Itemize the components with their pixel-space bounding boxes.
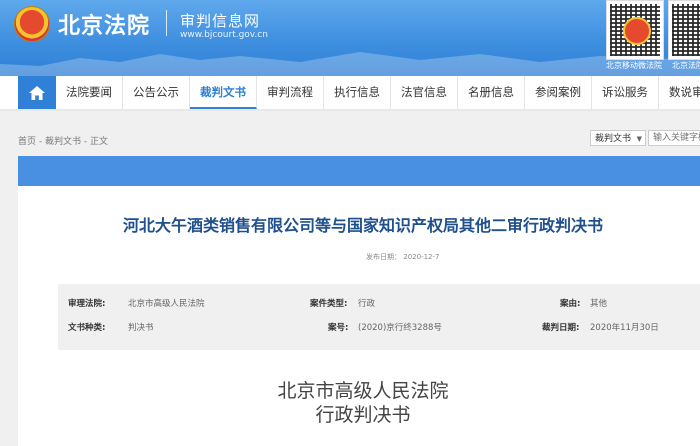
case-type-value: 行政 bbox=[358, 299, 376, 309]
nav-item[interactable]: 参阅案例 bbox=[525, 76, 592, 109]
qr-court-badge-icon bbox=[623, 17, 651, 45]
nav-item[interactable]: 法院要闻 bbox=[56, 76, 123, 109]
court-emblem-icon[interactable] bbox=[14, 6, 50, 42]
case-metadata: 审理法院: 北京市高级人民法院 案件类型: 行政 案由: 其他 文书种类: 判决… bbox=[58, 284, 700, 350]
nav-item[interactable]: 执行信息 bbox=[324, 76, 391, 109]
publish-date-value: 2020-12-7 bbox=[403, 253, 440, 261]
search-category-select[interactable]: 裁判文书 ▼ bbox=[590, 130, 646, 146]
nav-item[interactable]: 审判流程 bbox=[257, 76, 324, 109]
doc-type-label: 文书种类: bbox=[68, 323, 106, 333]
breadcrumb[interactable]: 首页 - 裁判文书 - 正文 bbox=[18, 134, 108, 147]
doc-type-value: 判决书 bbox=[128, 323, 154, 333]
judge-date-value: 2020年11月30日 bbox=[590, 323, 659, 333]
nav-item[interactable]: 法官信息 bbox=[391, 76, 458, 109]
main-nav: 法院要闻公告公示裁判文书审判流程执行信息法官信息名册信息参阅案例诉讼服务数说审判 bbox=[0, 76, 700, 111]
document-header-band bbox=[18, 156, 700, 186]
nav-item[interactable]: 名册信息 bbox=[458, 76, 525, 109]
site-name[interactable]: 北京法院 bbox=[58, 8, 150, 40]
publish-date: 发布日期： 2020-12-7 bbox=[366, 252, 439, 262]
nav-item[interactable]: 公告公示 bbox=[123, 76, 190, 109]
nav-item[interactable]: 数说审判 bbox=[659, 76, 700, 109]
document-title: 河北大午酒类销售有限公司等与国家知识产权局其他二审行政判决书 bbox=[122, 216, 603, 235]
site-header: 北京法院 审判信息网 www.bjcourt.gov.cn 北京移动微法院 北京… bbox=[0, 0, 700, 76]
case-no-label: 案号: bbox=[328, 323, 349, 333]
qr-caption-beijing-court: 北京法院 bbox=[672, 61, 700, 70]
metadata-row: 文书种类: 判决书 案号: (2020)京行终3288号 裁判日期: 2020年… bbox=[58, 318, 700, 338]
header-divider bbox=[166, 10, 167, 36]
qr-caption-mobile-court: 北京移动微法院 bbox=[606, 61, 662, 70]
publish-date-label: 发布日期： bbox=[366, 253, 401, 261]
search-input[interactable] bbox=[648, 130, 700, 146]
judge-date-label: 裁判日期: bbox=[542, 323, 580, 333]
skyline-decoration bbox=[0, 52, 700, 76]
nav-items: 法院要闻公告公示裁判文书审判流程执行信息法官信息名册信息参阅案例诉讼服务数说审判 bbox=[56, 76, 700, 109]
metadata-row: 审理法院: 北京市高级人民法院 案件类型: 行政 案由: 其他 bbox=[58, 294, 700, 314]
search-category-value: 裁判文书 bbox=[595, 134, 632, 144]
case-no-value: (2020)京行终3288号 bbox=[358, 323, 442, 333]
qr-code-beijing-court bbox=[668, 0, 700, 60]
document-panel: 河北大午酒类销售有限公司等与国家知识产权局其他二审行政判决书 发布日期： 202… bbox=[18, 156, 700, 446]
chevron-down-icon: ▼ bbox=[636, 135, 642, 143]
site-url: www.bjcourt.gov.cn bbox=[180, 30, 268, 40]
cause-label: 案由: bbox=[560, 299, 581, 309]
site-subtitle: 审判信息网 bbox=[180, 12, 261, 30]
qr-code-mobile-court bbox=[606, 0, 664, 60]
home-button[interactable] bbox=[18, 76, 56, 109]
nav-item[interactable]: 裁判文书 bbox=[190, 76, 257, 109]
case-type-label: 案件类型: bbox=[310, 299, 348, 309]
document-kind-heading: 行政判决书 bbox=[315, 404, 411, 426]
home-icon bbox=[29, 85, 45, 100]
cause-value: 其他 bbox=[590, 299, 608, 309]
nav-item[interactable]: 诉讼服务 bbox=[592, 76, 659, 109]
court-value: 北京市高级人民法院 bbox=[128, 299, 205, 309]
court-label: 审理法院: bbox=[68, 299, 106, 309]
court-name-heading: 北京市高级人民法院 bbox=[277, 380, 449, 402]
